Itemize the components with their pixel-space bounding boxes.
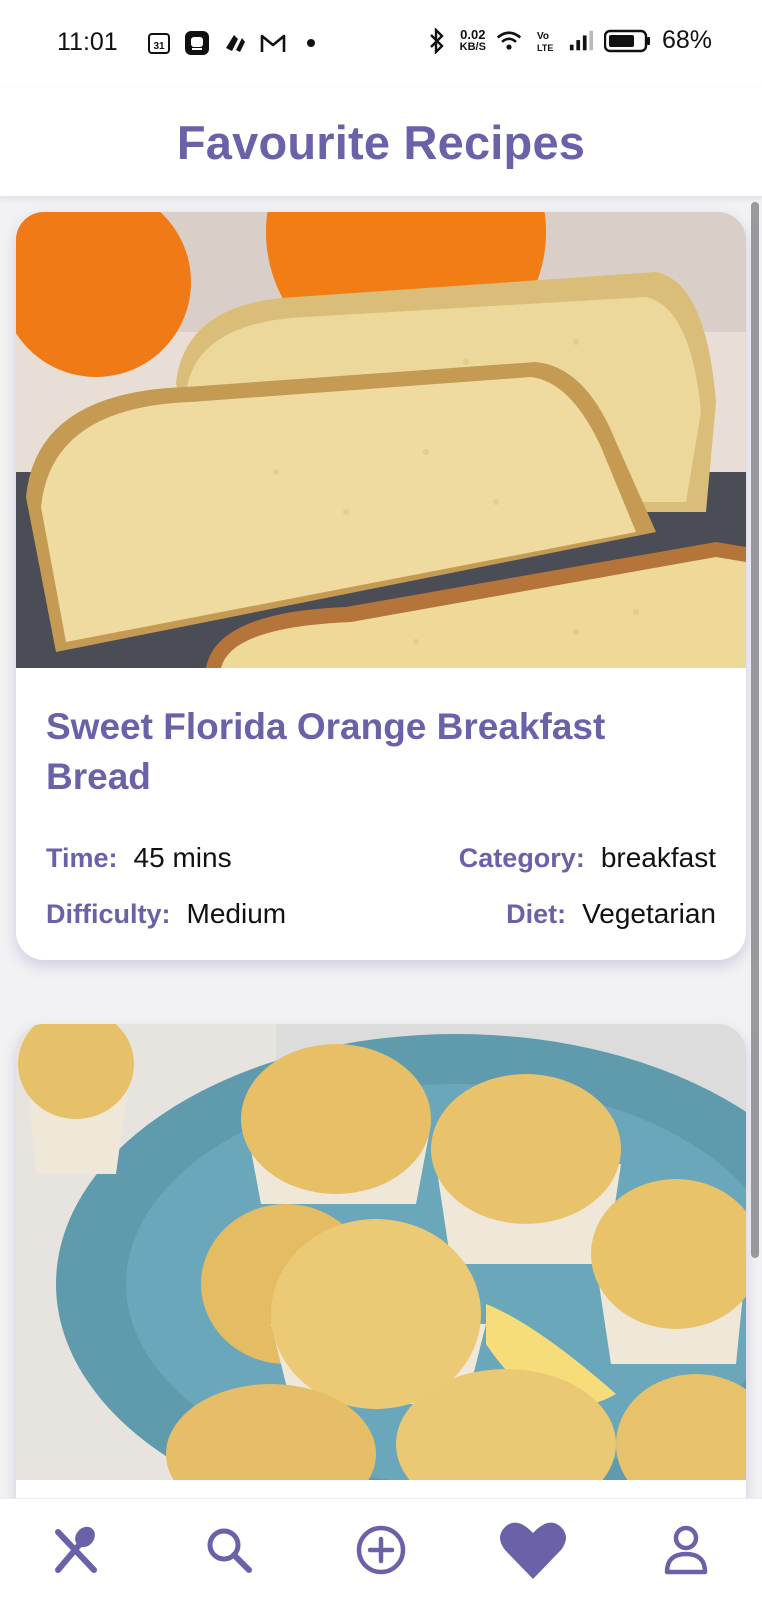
difficulty-label: Difficulty: [46, 898, 171, 929]
wifi-icon [496, 28, 522, 54]
status-time: 11:01 [57, 28, 118, 56]
recipe-details: Sweet Florida Orange Breakfast Bread Tim… [16, 668, 746, 942]
time-value: 45 mins [133, 842, 232, 873]
recipe-card[interactable]: Sweet Florida Orange Breakfast Bread Tim… [16, 212, 746, 960]
nav-add-recipe[interactable] [341, 1510, 421, 1590]
favourites-list[interactable]: Sweet Florida Orange Breakfast Bread Tim… [0, 196, 762, 1498]
category-value: breakfast [600, 842, 716, 873]
battery-icon [603, 28, 652, 54]
nav-favourites[interactable] [493, 1510, 573, 1590]
svg-text:Vo: Vo [537, 31, 549, 42]
notification-icons: 31 [146, 30, 324, 56]
meta-row: Difficulty: Medium Diet: Vegetarian [46, 886, 716, 942]
scrollbar[interactable] [751, 202, 759, 1258]
search-icon [207, 1528, 252, 1573]
calendar-icon: 31 [146, 30, 172, 56]
nav-profile[interactable] [646, 1510, 726, 1590]
nav-recipes[interactable] [36, 1510, 116, 1590]
signal-icon [568, 28, 594, 54]
utensils-icon [55, 1526, 98, 1573]
diet-value: Vegetarian [582, 898, 716, 929]
add-circle-icon [356, 1525, 406, 1575]
difficulty-field: Difficulty: Medium [46, 898, 286, 930]
time-field: Time: 45 mins [46, 842, 232, 874]
bluetooth-icon [424, 27, 450, 54]
bottom-nav [0, 1498, 762, 1601]
recipe-title: Sweet Florida Orange Breakfast Bread [46, 706, 606, 797]
page-title: Favourite Recipes [176, 115, 586, 169]
svg-text:31: 31 [153, 41, 165, 52]
category-field: Category: breakfast [459, 842, 716, 874]
difficulty-value: Medium [186, 898, 287, 929]
status-bar: 11:01 31 0.02 KB/S Vo LTE 68% [0, 0, 762, 88]
recipe-image [16, 212, 746, 668]
meta-row: Time: 45 mins Category: breakfast [46, 830, 716, 886]
heart-icon [500, 1522, 567, 1579]
network-speed: 0.02 KB/S [460, 28, 486, 54]
messaging-app-icon [184, 30, 210, 56]
category-label: Category: [458, 842, 585, 873]
battery-percent: 68% [661, 26, 712, 54]
net-speed-value: 0.02 [460, 26, 486, 42]
app-header: Favourite Recipes [0, 88, 762, 198]
system-icons: 0.02 KB/S Vo LTE 68% [424, 26, 712, 55]
gmail-icon [260, 30, 286, 56]
diet-label: Diet: [506, 898, 567, 929]
notification-dot-icon [298, 30, 324, 56]
recipe-card[interactable] [16, 1024, 746, 1498]
volte-icon: Vo LTE [532, 28, 558, 54]
time-label: Time: [46, 842, 118, 873]
recipe-image [16, 1024, 746, 1480]
svg-text:LTE: LTE [537, 43, 553, 53]
net-speed-unit: KB/S [459, 40, 486, 53]
app-icon [222, 30, 248, 56]
nav-search[interactable] [189, 1510, 269, 1590]
profile-icon [664, 1525, 707, 1575]
diet-field: Diet: Vegetarian [506, 898, 716, 930]
